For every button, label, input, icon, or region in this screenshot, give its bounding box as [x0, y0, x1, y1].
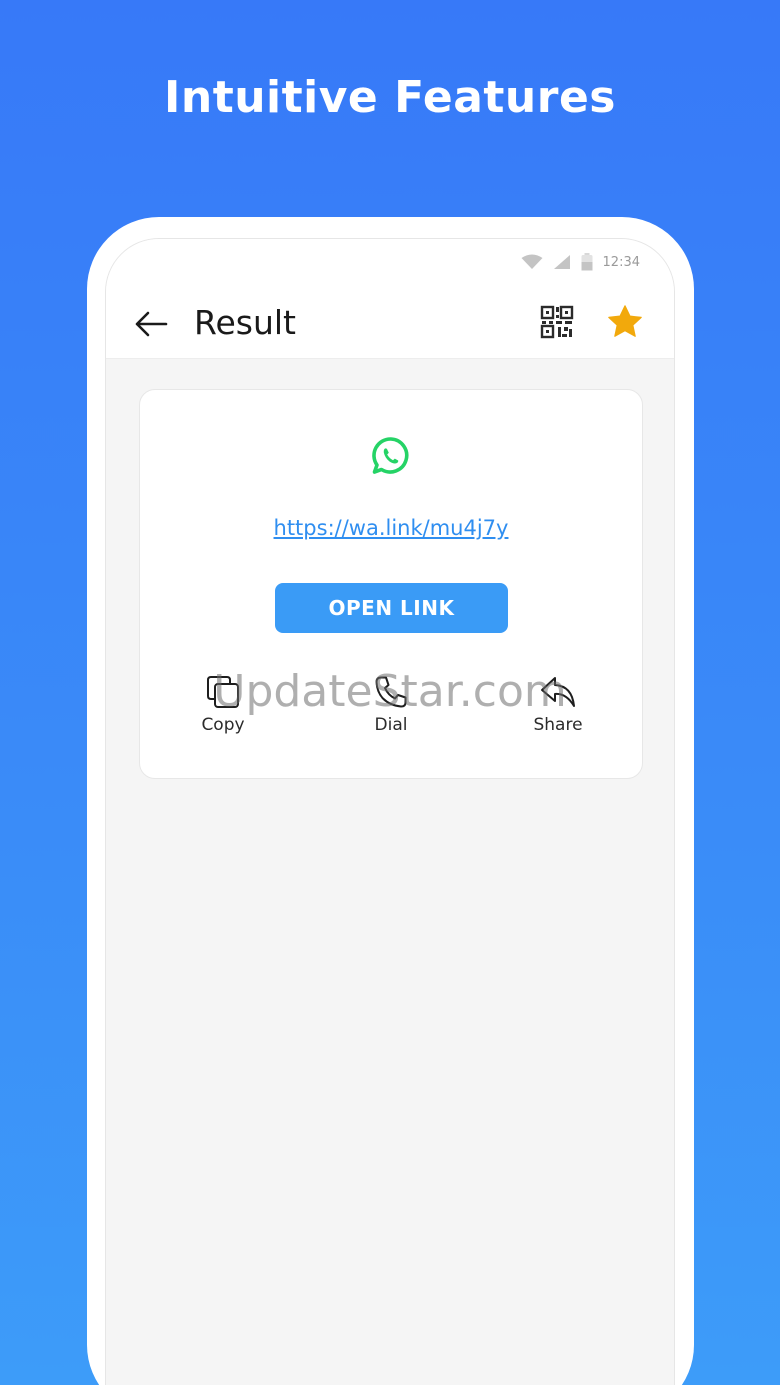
copy-icon — [207, 676, 239, 708]
copy-label: Copy — [201, 715, 245, 735]
star-icon — [608, 305, 642, 337]
signal-icon — [553, 255, 570, 269]
whatsapp-icon — [372, 437, 409, 474]
dial-label: Dial — [374, 715, 408, 735]
qr-code-button[interactable] — [540, 305, 578, 343]
share-button[interactable]: Share — [513, 675, 603, 735]
qr-code-icon — [540, 305, 574, 339]
arrow-left-icon — [135, 311, 168, 337]
phone-icon — [375, 676, 407, 708]
page-title: Result — [194, 303, 296, 342]
favorite-button[interactable] — [606, 303, 646, 343]
app-bar: Result — [106, 289, 674, 359]
status-time: 12:34 — [602, 254, 640, 270]
phone-screen: 12:34 Result https://wa.link/mu4j7y OPEN… — [105, 238, 675, 1385]
result-link[interactable]: https://wa.link/mu4j7y — [140, 516, 642, 540]
dial-button[interactable]: Dial — [346, 675, 436, 735]
share-icon — [541, 677, 575, 707]
wifi-icon — [521, 254, 543, 269]
back-button[interactable] — [132, 305, 170, 343]
status-bar: 12:34 — [106, 239, 674, 289]
copy-button[interactable]: Copy — [178, 675, 268, 735]
battery-icon — [581, 253, 593, 271]
open-link-button[interactable]: OPEN LINK — [275, 583, 508, 633]
share-label: Share — [533, 715, 583, 735]
headline: Intuitive Features — [164, 72, 616, 123]
result-card: https://wa.link/mu4j7y OPEN LINK Copy Di… — [139, 389, 643, 779]
